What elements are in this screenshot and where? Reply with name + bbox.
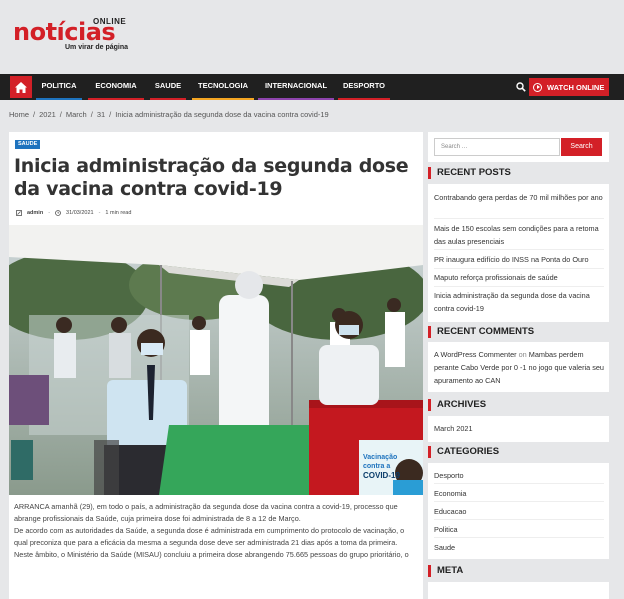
nav-underline [150, 98, 186, 100]
nav-item-saude[interactable]: SAUDE [150, 74, 186, 100]
breadcrumb-year[interactable]: 2021 [39, 110, 56, 119]
clock-icon [55, 210, 61, 216]
nav-underline [338, 98, 390, 100]
nav-item-economia[interactable]: ECONOMIA [88, 74, 144, 100]
recent-post-link[interactable]: Inicia administração da segunda dose da … [434, 289, 604, 315]
breadcrumb-day[interactable]: 31 [97, 110, 105, 119]
category-link[interactable]: Saude [434, 541, 604, 554]
article-author[interactable]: admin [27, 210, 43, 216]
archive-link[interactable]: March 2021 [434, 422, 604, 435]
watch-online-button[interactable]: WATCH ONLINE [529, 78, 609, 96]
nav-underline [192, 98, 254, 100]
nav-item-politica[interactable]: POLITICA [36, 74, 82, 100]
sidebar-search-input[interactable]: Search … [434, 138, 560, 156]
categories-title: CATEGORIES [428, 446, 609, 458]
article-paragraph: De acordo com as autoridades da Saúde, a… [14, 526, 405, 535]
breadcrumb-separator: / [33, 110, 36, 119]
breadcrumb-separator: / [59, 110, 62, 119]
article-title: Inicia administração da segunda dose da … [14, 155, 409, 200]
categories-widget: Desporto Economia Educacao Politica Saud… [428, 463, 609, 559]
nav-label: TECNOLOGIA [198, 81, 248, 90]
recent-comment: A WordPress Commenter on Mambas perdem p… [434, 348, 604, 387]
nav-label: DESPORTO [343, 81, 385, 90]
article-paragraph: Neste âmbito, o Ministério da Saúde (MIS… [14, 550, 409, 559]
article-paragraph: ARRANCA amanhã (29), em todo o país, a a… [14, 502, 398, 523]
breadcrumb: Home/2021/March/31/Inicia administração … [9, 110, 333, 119]
nav-label: SAUDE [154, 81, 182, 90]
article-featured-image: Vacinação contra a COVID-19 [9, 225, 423, 495]
nav-item-desporto[interactable]: DESPORTO [338, 74, 390, 100]
play-icon [533, 82, 542, 92]
nav-label: INTERNACIONAL [264, 81, 328, 90]
nav-label: POLITICA [41, 81, 77, 90]
svg-text:contra a: contra a [363, 463, 390, 470]
site-logo[interactable]: notícias ONLINE Um virar de página [13, 17, 128, 51]
site-header: notícias ONLINE Um virar de página [0, 0, 624, 74]
category-link[interactable]: Politica [434, 523, 604, 536]
home-button[interactable] [10, 76, 32, 98]
nav-label: ECONOMIA [95, 81, 137, 90]
archives-widget: March 2021 [428, 416, 609, 442]
article-meta: admin - 31/03/2021 - 1 min read [16, 210, 131, 216]
archives-title: ARCHIVES [428, 399, 609, 411]
recent-comments-title: RECENT COMMENTS [428, 326, 609, 338]
search-icon[interactable] [516, 82, 526, 92]
nav-underline [88, 98, 144, 100]
meta-widget [428, 582, 609, 599]
article-body: ARRANCA amanhã (29), em todo o país, a a… [14, 501, 419, 561]
breadcrumb-home[interactable]: Home [9, 110, 29, 119]
nav-underline [36, 98, 82, 100]
recent-post-link[interactable]: PR inaugura edifício do INSS na Ponta do… [434, 253, 604, 266]
breadcrumb-separator: / [90, 110, 93, 119]
comment-author[interactable]: A WordPress Commenter [434, 350, 517, 359]
nav-item-tecnologia[interactable]: TECNOLOGIA [192, 74, 254, 100]
breadcrumb-month[interactable]: March [66, 110, 87, 119]
svg-text:Vacinação: Vacinação [363, 454, 397, 461]
category-link[interactable]: Educacao [434, 505, 604, 518]
sidebar-search-button[interactable]: Search [561, 138, 602, 156]
nav-item-internacional[interactable]: INTERNACIONAL [258, 74, 334, 100]
svg-text:COVID-19: COVID-19 [363, 471, 400, 480]
article-card: SAUDE Inicia administração da segunda do… [9, 132, 423, 599]
article-paragraph: qual preconiza que para a eficácia da me… [14, 538, 398, 547]
breadcrumb-separator: / [109, 110, 112, 119]
vaccination-photo: Vacinação contra a COVID-19 [9, 225, 423, 495]
category-link[interactable]: Economia [434, 487, 604, 500]
meta-title: META [428, 565, 609, 577]
search-widget: Search … Search [428, 132, 609, 162]
watch-online-label: WATCH ONLINE [547, 82, 605, 92]
recent-comments-widget: A WordPress Commenter on Mambas perdem p… [428, 342, 609, 392]
comment-on: on [518, 350, 527, 359]
article-date[interactable]: 31/03/2021 [66, 210, 94, 216]
home-icon [15, 81, 27, 93]
recent-posts-widget: Contrabando gera perdas de 70 mil milhõe… [428, 184, 609, 322]
breadcrumb-current: Inicia administração da segunda dose da … [115, 110, 329, 119]
edit-icon [16, 210, 22, 216]
recent-post-link[interactable]: Contrabando gera perdas de 70 mil milhõe… [434, 191, 604, 204]
main-nav: POLITICA ECONOMIA SAUDE TECNOLOGIA INTER… [0, 74, 624, 100]
recent-post-link[interactable]: Mais de 150 escolas sem condições para a… [434, 222, 604, 248]
logo-online-label: ONLINE [93, 17, 127, 26]
nav-underline [258, 98, 334, 100]
category-link[interactable]: Desporto [434, 469, 604, 482]
logo-tagline: Um virar de página [65, 44, 129, 51]
category-badge[interactable]: SAUDE [15, 140, 41, 149]
article-read-time: 1 min read [105, 210, 132, 216]
recent-post-link[interactable]: Maputo reforça profissionais de saúde [434, 271, 604, 284]
recent-posts-title: RECENT POSTS [428, 167, 609, 179]
